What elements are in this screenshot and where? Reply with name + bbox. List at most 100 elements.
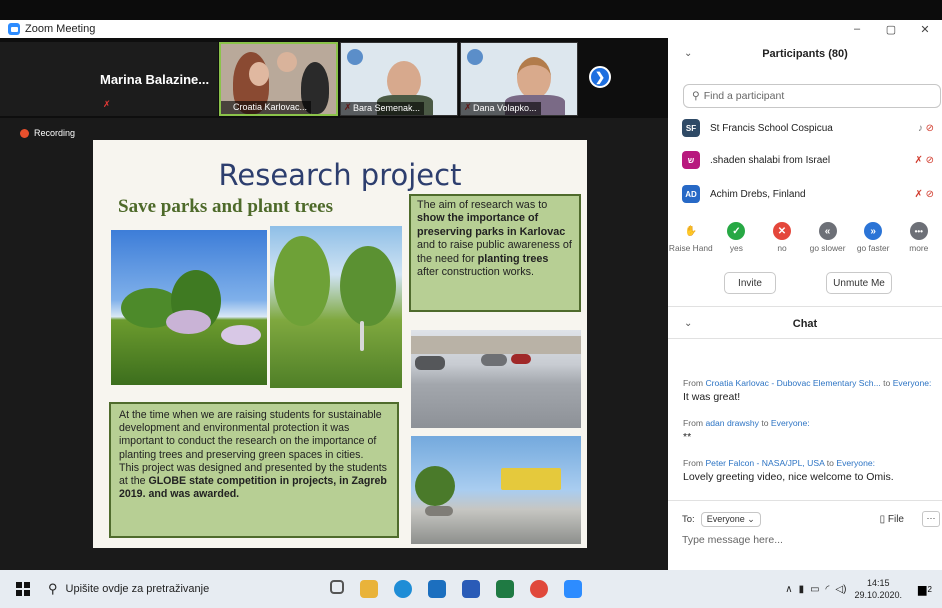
aim-text-bold: show the importance of preserving parks … (417, 212, 566, 238)
participant-row[interactable]: AD Achim Drebs, Finland ✗ ⊘ (682, 184, 940, 204)
file-icon: ▯ (879, 513, 886, 525)
chevron-up-icon[interactable]: ∧ (785, 584, 792, 595)
flowering-bush (166, 310, 211, 334)
excel-icon[interactable] (496, 580, 514, 598)
participant-name: St Francis School Cospicua (710, 122, 833, 134)
description-bold: GLOBE state competition in projects, in … (119, 475, 387, 501)
chat-more-button[interactable]: ··· (922, 511, 940, 527)
file-explorer-icon[interactable] (360, 580, 378, 598)
x-icon: ✕ (772, 222, 791, 240)
zoom-app: Zoom Meeting – ▢ ✕ Marina Balazine... ✗ … (0, 0, 942, 608)
recipient-dropdown[interactable]: Everyone ⌄ (700, 511, 761, 527)
video-tile-bara[interactable]: ✗ Bara Semenak... (340, 42, 458, 116)
chat-recipient-bar: To: Everyone ⌄ ▯ File ··· (682, 509, 940, 529)
from-word: From (683, 378, 704, 388)
word-icon[interactable] (462, 580, 480, 598)
reaction-bar: ✋ Raise Hand ✓ yes ✕ no « go slower » go… (668, 222, 942, 253)
chat-message: From Croatia Karlovac - Dubovac Elementa… (683, 378, 939, 403)
station-roof (501, 468, 561, 490)
no-button[interactable]: ✕ no (759, 222, 805, 253)
battery-icon[interactable]: ▭ (810, 584, 819, 595)
tree-shape (415, 466, 455, 506)
street-photo-2 (411, 436, 581, 544)
edge-icon[interactable] (394, 580, 412, 598)
shared-slide: Research project Save parks and plant tr… (93, 140, 587, 548)
sender-name[interactable]: Croatia Karlovac - Dubovac Elementary Sc… (705, 378, 880, 388)
reaction-label: Raise Hand (668, 243, 713, 253)
sender-name[interactable]: adan drawshy (705, 418, 759, 428)
muted-mic-camera-icons: ✗ ⊘ (914, 188, 934, 200)
sender-name[interactable]: Peter Falcon - NASA/JPL, USA (705, 458, 824, 468)
avatar: ש (682, 151, 700, 169)
reaction-label: more (909, 243, 929, 253)
minimize-icon[interactable]: – (840, 20, 874, 38)
description-textbox: At the time when we are raising students… (109, 402, 399, 538)
street-photo-1 (411, 330, 581, 428)
reaction-label: no (777, 243, 787, 253)
next-page-button[interactable]: ❯ (589, 66, 611, 88)
participant-row[interactable]: SF St Francis School Cospicua ♪ ⊘ (682, 118, 940, 138)
speaker-name-tile[interactable]: Marina Balazine... ✗ (0, 42, 218, 116)
check-icon: ✓ (727, 222, 746, 240)
file-button[interactable]: ▯ File (880, 514, 904, 525)
video-tile-croatia[interactable]: Croatia Karlovac... (219, 42, 338, 116)
task-view-icon[interactable] (330, 580, 344, 594)
to-word: to (826, 458, 834, 468)
reaction-label: yes (729, 243, 743, 253)
muted-mic-icon: ✗ (103, 99, 111, 109)
taskbar-search[interactable]: ⚲ Upišite ovdje za pretraživanje (48, 581, 288, 597)
reaction-label: go slower (809, 243, 846, 253)
go-slower-button[interactable]: « go slower (805, 222, 851, 253)
notification-center-icon[interactable]: ▆ 2 (914, 578, 936, 600)
windows-start-icon[interactable] (16, 582, 30, 596)
side-panel: ⌄ Participants (80) ⚲ Find a participant… (668, 38, 942, 570)
top-black-bar (0, 0, 942, 20)
to-word: to (883, 378, 891, 388)
divider (668, 338, 942, 339)
divider (668, 306, 942, 307)
zoom-taskbar-icon[interactable] (564, 580, 582, 598)
search-icon: ⚲ (48, 581, 58, 596)
participant-row[interactable]: ש .shaden shalabi from Israel ✗ ⊘ (682, 150, 940, 170)
system-tray: ∧ ▮ ▭ ◜ ◁) 14:15 29.10.2020. (785, 570, 902, 608)
recipient-name[interactable]: Everyone: (893, 378, 932, 388)
more-reactions-button[interactable]: ••• more (896, 222, 942, 253)
volume-icon[interactable]: ◁) (835, 584, 846, 595)
clock[interactable]: 14:15 29.10.2020. (854, 577, 902, 601)
invite-button[interactable]: Invite (724, 272, 776, 294)
close-icon[interactable]: ✕ (908, 20, 942, 38)
usb-icon[interactable]: ▮ (799, 584, 805, 595)
yes-button[interactable]: ✓ yes (714, 222, 760, 253)
park-photo-2 (270, 226, 402, 388)
raise-hand-button[interactable]: ✋ Raise Hand (668, 222, 714, 253)
restore-icon[interactable]: ▢ (874, 20, 908, 38)
participant-search-input[interactable]: ⚲ Find a participant (683, 84, 941, 108)
recipient-name[interactable]: Everyone: (771, 418, 810, 428)
flowering-bush (221, 325, 261, 345)
unmute-me-button[interactable]: Unmute Me (826, 272, 892, 294)
from-word: From (683, 418, 704, 428)
search-placeholder: Find a participant (703, 90, 785, 102)
chat-message-input[interactable]: Type message here... (682, 534, 783, 546)
mail-icon[interactable] (428, 580, 446, 598)
chrome-icon[interactable] (530, 580, 548, 598)
globe-logo-icon (467, 49, 483, 65)
globe-logo-icon (347, 49, 363, 65)
message-sender-line: From Croatia Karlovac - Dubovac Elementa… (683, 378, 939, 388)
person-face (517, 57, 551, 99)
participant-name: .shaden shalabi from Israel (710, 154, 831, 166)
network-icon[interactable]: ◜ (826, 584, 830, 595)
zoom-logo-icon (8, 23, 20, 35)
video-tile-dana[interactable]: ✗ Dana Volapko... (460, 42, 578, 116)
recipient-name[interactable]: Everyone: (836, 458, 875, 468)
aim-text: after construction works. (417, 266, 535, 279)
description-paragraph: At the time when we are raising students… (119, 409, 382, 461)
chat-message: From Peter Falcon - NASA/JPL, USA to Eve… (683, 458, 939, 483)
car-shape (481, 354, 507, 366)
recording-indicator[interactable]: Recording (20, 128, 75, 138)
person-face (249, 62, 269, 86)
avatar: SF (682, 119, 700, 137)
chat-message: From adan drawshy to Everyone: ** (683, 418, 939, 443)
windows-taskbar: ⚲ Upišite ovdje za pretraživanje ∧ ▮ ▭ ◜… (0, 570, 942, 608)
go-faster-button[interactable]: » go faster (850, 222, 896, 253)
